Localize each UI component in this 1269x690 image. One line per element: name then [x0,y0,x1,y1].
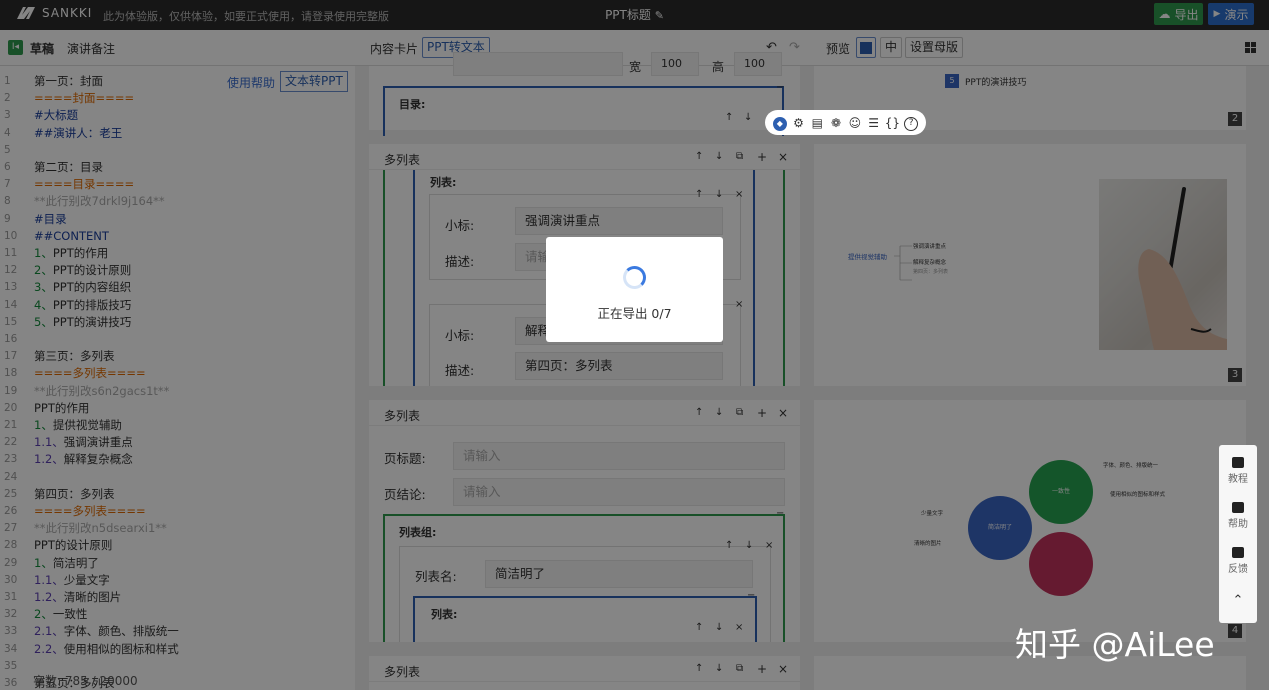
code-braces-icon[interactable]: {} [884,116,900,130]
export-progress-dialog: 正在导出 0/7 [546,237,723,342]
modal-overlay [0,0,1269,690]
video-camera-icon [1232,457,1244,468]
help-button[interactable]: 帮助 [1219,502,1257,530]
feedback-button[interactable]: 反馈 [1219,547,1257,575]
tutorial-label: 教程 [1228,474,1248,485]
layout-icon[interactable]: ▤ [809,116,825,130]
help-label: 帮助 [1228,519,1248,530]
scroll-top-button[interactable]: ⌃ [1219,593,1257,608]
watermark: 知乎 @AiLee [1015,625,1215,664]
help-side-panel: 教程 帮助 反馈 ⌃ [1219,445,1257,623]
palette-icon[interactable]: ❁ [828,116,844,130]
floating-toolbar: ◆ ⚙ ▤ ❁ ☺ ☰ {} ? [765,110,926,135]
chat-bubble-icon [1232,547,1244,558]
feedback-label: 反馈 [1228,564,1248,575]
style-icon[interactable]: ⚙ [791,116,807,130]
document-icon [1232,502,1244,513]
loading-spinner-icon [623,266,646,289]
list-icon[interactable]: ☰ [866,116,882,130]
help-circle-icon[interactable]: ? [903,114,919,131]
diamond-icon[interactable]: ◆ [772,115,788,131]
emoji-icon[interactable]: ☺ [847,116,863,130]
tutorial-button[interactable]: 教程 [1219,457,1257,485]
export-progress-text: 正在导出 0/7 [597,306,672,321]
